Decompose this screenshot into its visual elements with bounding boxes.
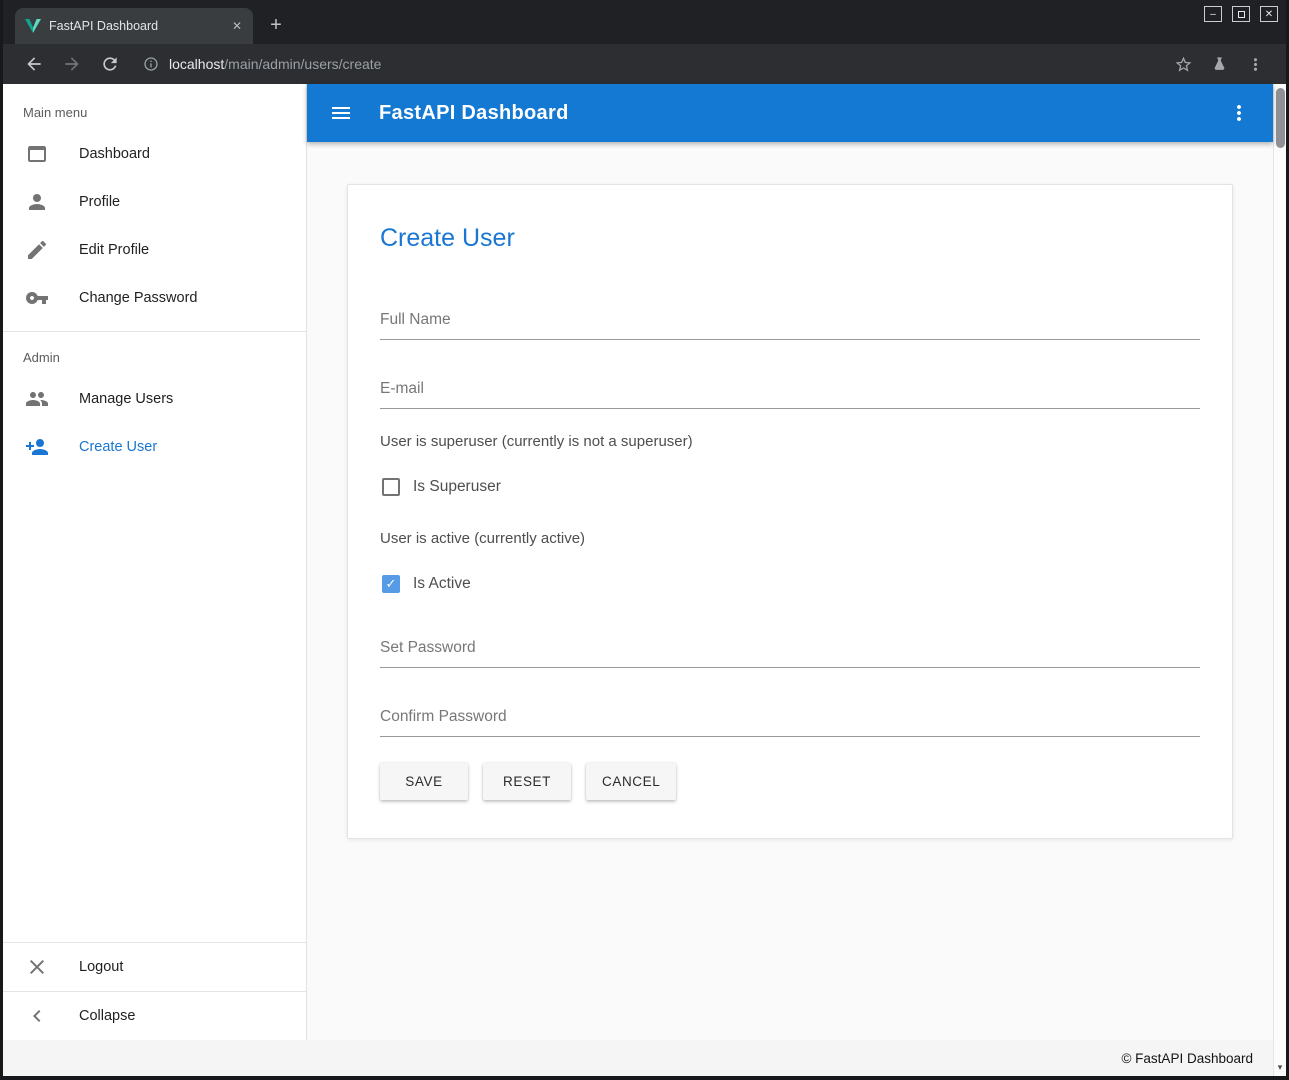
dashboard-icon	[25, 142, 49, 166]
full-name-placeholder: Full Name	[380, 311, 451, 328]
site-info-icon[interactable]	[143, 56, 159, 72]
sidebar-item-label: Change Password	[79, 290, 198, 306]
browser-menu-icon[interactable]	[1246, 55, 1265, 74]
sidebar-item-manage-users[interactable]: Manage Users	[3, 375, 306, 423]
app-bar: FastAPI Dashboard	[307, 84, 1273, 142]
reload-icon[interactable]	[100, 54, 120, 74]
confirm-password-input[interactable]: Confirm Password	[380, 708, 1200, 737]
sidebar-item-label: Edit Profile	[79, 242, 149, 258]
people-icon	[25, 387, 49, 411]
superuser-checkbox[interactable]	[382, 478, 400, 496]
sidebar-item-change-password[interactable]: Change Password	[3, 274, 306, 322]
pencil-icon	[25, 238, 49, 262]
vertical-scrollbar[interactable]: ▾	[1273, 84, 1286, 1076]
sidebar-section-admin: Admin	[3, 332, 306, 375]
superuser-checkbox-row[interactable]: Is Superuser	[380, 478, 1200, 496]
chevron-left-icon	[25, 1004, 49, 1028]
sidebar-item-label: Profile	[79, 194, 120, 210]
minimize-button[interactable]: –	[1204, 6, 1222, 22]
back-icon[interactable]	[24, 54, 44, 74]
sidebar-item-edit-profile[interactable]: Edit Profile	[3, 226, 306, 274]
experiments-flask-icon[interactable]	[1211, 56, 1228, 73]
browser-tab-bar: FastAPI Dashboard ✕ + – ✕	[3, 0, 1286, 44]
cancel-button[interactable]: CANCEL	[586, 763, 676, 800]
person-icon	[25, 190, 49, 214]
superuser-hint: User is superuser (currently is not a su…	[380, 433, 1200, 450]
key-icon	[25, 286, 49, 310]
sidebar: Main menu Dashboard Profile Edit Profile	[3, 84, 307, 1076]
footer: © FastAPI Dashboard	[3, 1040, 1273, 1076]
close-button[interactable]: ✕	[1260, 6, 1278, 22]
superuser-checkbox-label: Is Superuser	[413, 478, 501, 496]
sidebar-item-create-user[interactable]: Create User	[3, 423, 306, 471]
email-placeholder: E-mail	[380, 380, 424, 397]
scrollbar-down-arrow-icon[interactable]: ▾	[1274, 1062, 1286, 1073]
scrollbar-thumb[interactable]	[1276, 88, 1285, 148]
address-bar[interactable]: localhost/main/admin/users/create	[169, 56, 381, 72]
browser-window: FastAPI Dashboard ✕ + – ✕ localhost/main…	[0, 0, 1289, 1080]
sidebar-item-logout[interactable]: Logout	[3, 943, 306, 991]
email-input[interactable]: E-mail	[380, 380, 1200, 409]
bookmark-star-icon[interactable]	[1174, 55, 1193, 74]
active-checkbox[interactable]: ✓	[382, 575, 400, 593]
reset-button[interactable]: RESET	[483, 763, 571, 800]
sidebar-section-main-menu: Main menu	[3, 84, 306, 130]
url-path: /main/admin/users/create	[224, 56, 381, 72]
sidebar-item-profile[interactable]: Profile	[3, 178, 306, 226]
browser-toolbar: localhost/main/admin/users/create	[3, 44, 1286, 84]
sidebar-item-label: Logout	[79, 959, 123, 975]
sidebar-item-dashboard[interactable]: Dashboard	[3, 130, 306, 178]
content-area: Create User Full Name E-mail User is sup…	[307, 142, 1273, 1076]
new-tab-button[interactable]: +	[261, 11, 291, 41]
active-checkbox-label: Is Active	[413, 575, 471, 593]
vuetify-favicon-icon	[25, 18, 41, 34]
maximize-button[interactable]	[1232, 6, 1250, 22]
full-name-input[interactable]: Full Name	[380, 311, 1200, 340]
hamburger-menu-icon[interactable]	[329, 101, 353, 125]
set-password-input[interactable]: Set Password	[380, 639, 1200, 668]
maximize-icon	[1238, 11, 1245, 18]
overflow-menu-icon[interactable]	[1227, 101, 1251, 125]
tab-close-icon[interactable]: ✕	[229, 18, 245, 34]
person-add-icon	[25, 435, 49, 459]
create-user-card: Create User Full Name E-mail User is sup…	[347, 184, 1233, 839]
browser-tab[interactable]: FastAPI Dashboard ✕	[15, 8, 253, 44]
sidebar-bottom: Logout Collapse	[3, 942, 306, 1040]
sidebar-item-label: Collapse	[79, 1008, 135, 1024]
sidebar-item-collapse[interactable]: Collapse	[3, 992, 306, 1040]
footer-copyright: © FastAPI Dashboard	[1121, 1051, 1253, 1066]
tab-title: FastAPI Dashboard	[49, 19, 221, 33]
form-actions: SAVE RESET CANCEL	[380, 763, 1200, 800]
sidebar-item-label: Manage Users	[79, 391, 173, 407]
page-title: Create User	[380, 221, 1200, 255]
sidebar-item-label: Dashboard	[79, 146, 150, 162]
save-button[interactable]: SAVE	[380, 763, 468, 800]
set-password-placeholder: Set Password	[380, 639, 476, 656]
active-hint: User is active (currently active)	[380, 530, 1200, 547]
active-checkbox-row[interactable]: ✓ Is Active	[380, 575, 1200, 593]
logout-x-icon	[25, 955, 49, 979]
confirm-password-placeholder: Confirm Password	[380, 708, 507, 725]
page: Main menu Dashboard Profile Edit Profile	[3, 84, 1286, 1076]
sidebar-item-label: Create User	[79, 439, 157, 455]
url-host: localhost	[169, 56, 224, 72]
window-controls: – ✕	[1204, 6, 1278, 22]
appbar-title: FastAPI Dashboard	[379, 102, 569, 125]
main-area: FastAPI Dashboard Create User Full Name …	[307, 84, 1273, 1076]
forward-icon[interactable]	[62, 54, 82, 74]
